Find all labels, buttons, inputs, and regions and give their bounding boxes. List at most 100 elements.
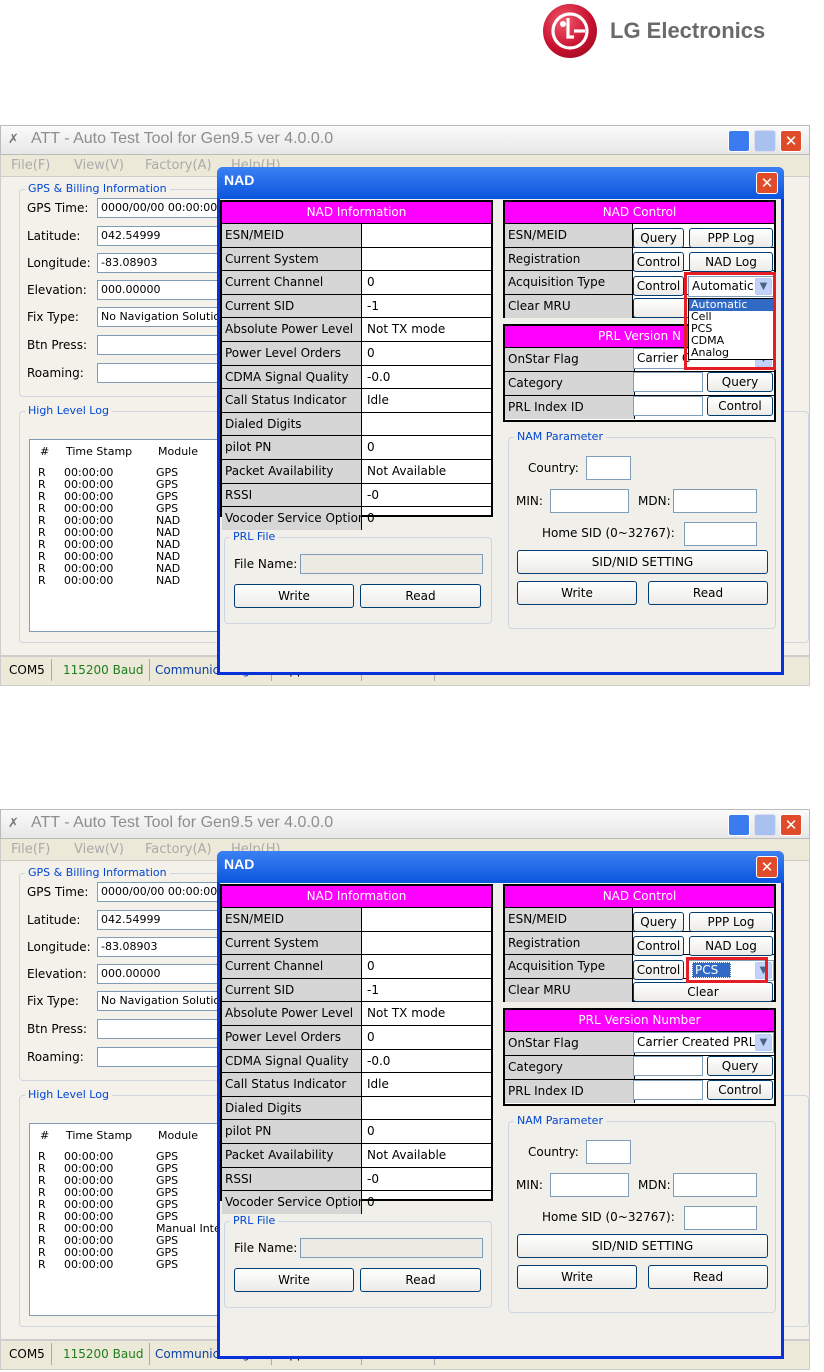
latitude-field[interactable]: 042.54999 [97,910,222,930]
acquisition-control-button[interactable]: Control [633,960,684,980]
log-list[interactable]: # Time Stamp Module R 00:00:00 GPS R 00:00:0… [29,439,221,632]
acquisition-control-button[interactable]: Control [633,276,684,296]
log-col-time[interactable]: Time Stamp [66,446,132,458]
nad-log-button[interactable]: NAD Log [689,252,773,272]
prl-read-button[interactable]: Read [360,584,481,608]
log-row[interactable]: R 00:00:00 GPS [30,491,220,503]
file-name-field[interactable] [300,1238,483,1258]
elevation-field[interactable]: 000.00000 [97,964,222,984]
nam-read-button[interactable]: Read [648,1265,768,1289]
nam-write-button[interactable]: Write [517,1265,637,1289]
gps-time-field[interactable]: 0000/00/00 00:00:00 [97,882,222,902]
log-row[interactable]: R 00:00:00 GPS [30,1187,220,1199]
onstar-flag-select[interactable]: Carrier Created PRL ▼ [633,1032,774,1053]
log-list[interactable]: # Time Stamp Module R 00:00:00 GPS R 00:00:0… [29,1123,221,1316]
btn-press-field[interactable] [97,335,222,355]
menu-file[interactable]: File(F) [11,842,50,857]
menu-view[interactable]: View(V) [74,158,124,173]
menu-factory[interactable]: Factory(A) [145,842,212,857]
prl-index-field[interactable] [633,396,703,416]
category-query-button[interactable]: Query [707,1056,773,1076]
esn-query-button[interactable]: Query [633,912,684,932]
min-field[interactable] [550,1173,629,1197]
log-row[interactable]: R 00:00:00 NAD [30,575,220,587]
log-row[interactable]: R 00:00:00 GPS [30,1175,220,1187]
sid-nid-setting-button[interactable]: SID/NID SETTING [517,550,768,574]
log-col-number[interactable]: # [40,446,49,458]
fix-type-field[interactable]: No Navigation Solution [97,991,222,1011]
log-row[interactable]: R 00:00:00 GPS [30,1199,220,1211]
btn-press-field[interactable] [97,1019,222,1039]
maximize-button[interactable] [754,130,776,152]
country-field[interactable] [586,456,631,480]
file-name-label: File Name: [234,557,298,571]
roaming-field[interactable] [97,363,222,383]
log-row[interactable]: R 00:00:00 Manual Inte [30,1223,221,1235]
nad-log-button[interactable]: NAD Log [689,936,773,956]
log-row[interactable]: R 00:00:00 GPS [30,1151,220,1163]
roaming-field[interactable] [97,1047,222,1067]
home-sid-field[interactable] [684,522,757,546]
min-field[interactable] [550,489,629,513]
chevron-down-icon[interactable]: ▼ [755,1034,772,1051]
mdn-field[interactable] [673,489,757,513]
minimize-button[interactable] [728,130,750,152]
log-col-number[interactable]: # [40,1130,49,1142]
log-col-module[interactable]: Module [158,446,198,458]
log-row[interactable]: R 00:00:00 GPS [30,1247,220,1259]
registration-control-button[interactable]: Control [633,936,684,956]
mdn-field[interactable] [673,1173,757,1197]
close-button[interactable]: ✕ [780,130,802,152]
nam-write-button[interactable]: Write [517,581,637,605]
fix-type-field[interactable]: No Navigation Solution [97,307,222,327]
category-field[interactable] [633,1056,703,1076]
latitude-field[interactable]: 042.54999 [97,226,222,246]
prl-read-button[interactable]: Read [360,1268,481,1292]
category-query-button[interactable]: Query [707,372,773,392]
log-col-time[interactable]: Time Stamp [66,1130,132,1142]
minimize-button[interactable] [728,814,750,836]
ppp-log-button[interactable]: PPP Log [689,228,773,248]
log-row[interactable]: R 00:00:00 NAD [30,563,220,575]
log-col-module[interactable]: Module [158,1130,198,1142]
ppp-log-button[interactable]: PPP Log [689,912,773,932]
nam-parameter-title: NAM Parameter [514,430,606,443]
clear-mru-button[interactable]: Clear [633,982,773,1002]
maximize-button[interactable] [754,814,776,836]
esn-query-button[interactable]: Query [633,228,684,248]
log-row[interactable]: R 00:00:00 NAD [30,539,220,551]
longitude-field[interactable]: -83.08903 [97,253,222,273]
prl-write-button[interactable]: Write [234,1268,354,1292]
longitude-field[interactable]: -83.08903 [97,937,222,957]
log-row[interactable]: R 00:00:00 NAD [30,515,220,527]
elevation-field[interactable]: 000.00000 [97,280,222,300]
menu-file[interactable]: File(F) [11,158,50,173]
file-name-field[interactable] [300,554,483,574]
log-row[interactable]: R 00:00:00 GPS [30,467,220,479]
nam-read-button[interactable]: Read [648,581,768,605]
home-sid-field[interactable] [684,1206,757,1230]
log-row[interactable]: R 00:00:00 GPS [30,479,220,491]
registration-control-button[interactable]: Control [633,252,684,272]
log-row[interactable]: R 00:00:00 NAD [30,551,220,563]
menu-factory[interactable]: Factory(A) [145,158,212,173]
nad-close-button[interactable]: ✕ [756,172,778,194]
sid-nid-setting-button[interactable]: SID/NID SETTING [517,1234,768,1258]
app-icon: ✗ [8,132,19,147]
close-button[interactable]: ✕ [780,814,802,836]
prl-write-button[interactable]: Write [234,584,354,608]
category-field[interactable] [633,372,703,392]
country-field[interactable] [586,1140,631,1164]
onstar-flag-value: Carrier Created PRL [637,1035,756,1049]
log-row[interactable]: R 00:00:00 NAD [30,527,220,539]
prl-index-field[interactable] [633,1080,703,1100]
menu-view[interactable]: View(V) [74,842,124,857]
nad-close-button[interactable]: ✕ [756,856,778,878]
log-row[interactable]: R 00:00:00 GPS [30,503,220,515]
log-row[interactable]: R 00:00:00 GPS [30,1163,220,1175]
prl-index-control-button[interactable]: Control [707,396,773,416]
log-row[interactable]: R 00:00:00 GPS [30,1235,220,1247]
prl-index-control-button[interactable]: Control [707,1080,773,1100]
log-row[interactable]: R 00:00:00 GPS [30,1259,220,1271]
gps-time-field[interactable]: 0000/00/00 00:00:00 [97,198,222,218]
